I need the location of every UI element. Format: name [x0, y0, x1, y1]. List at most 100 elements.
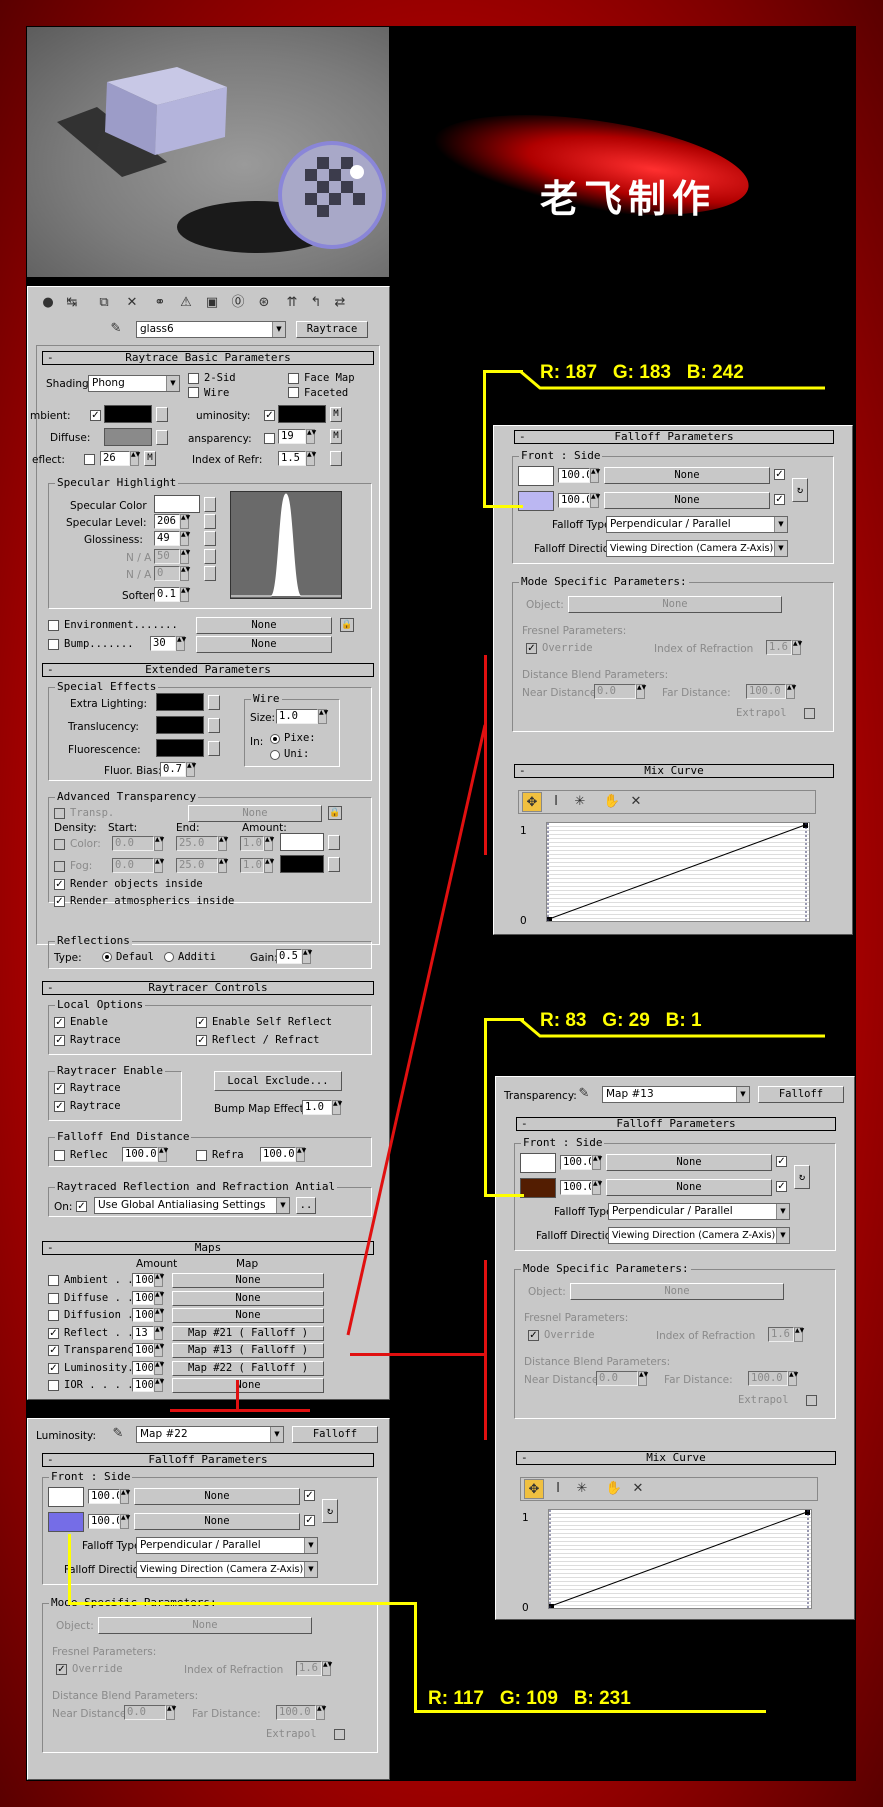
raytrace-checkbox[interactable]: ✓ [54, 1035, 65, 1046]
rollout-maps-header[interactable]: - Maps [42, 1241, 374, 1255]
diffuse-map-button[interactable] [156, 430, 168, 445]
map-enable-checkbox[interactable]: ✓ [48, 1362, 59, 1374]
side-color-swatch[interactable] [518, 491, 554, 511]
environment-map-button[interactable]: None [196, 617, 332, 634]
side-amount-spinner[interactable]: ▲▼ [590, 493, 600, 508]
gain-spinner[interactable]: ▲▼ [302, 949, 312, 964]
spec-level-value[interactable]: 206 [154, 514, 180, 529]
reflect-checkbox[interactable] [84, 454, 95, 465]
falloff-direction-dropdown[interactable]: Viewing Direction (Camera Z-Axis) ▼ [608, 1227, 790, 1244]
show-map-icon[interactable]: ⊛ [254, 293, 274, 313]
side-amount-value[interactable]: 100.0 [560, 1180, 592, 1195]
side-map-checkbox[interactable]: ✓ [776, 1181, 787, 1192]
enable-checkbox[interactable]: ✓ [54, 1017, 65, 1028]
front-amount-value[interactable]: 100.0 [560, 1155, 592, 1170]
map-amount-spinner[interactable]: ▲▼ [154, 1308, 164, 1322]
refract-falloff-checkbox[interactable] [196, 1150, 207, 1161]
map-amount-spinner[interactable]: ▲▼ [154, 1378, 164, 1392]
front-color-swatch[interactable] [48, 1487, 84, 1507]
transparency-map-button[interactable]: M [330, 429, 342, 444]
rollout-basic-header[interactable]: - Raytrace Basic Parameters [42, 351, 374, 365]
map-amount-value[interactable]: 100 [132, 1290, 154, 1305]
default-radio[interactable] [102, 952, 112, 962]
transparency-checkbox[interactable] [264, 433, 275, 444]
map-enable-checkbox[interactable] [48, 1275, 59, 1286]
map-amount-spinner[interactable]: ▲▼ [154, 1325, 164, 1340]
luminosity-type-button[interactable]: Falloff [292, 1426, 378, 1443]
map-slot-button[interactable]: None [172, 1308, 324, 1323]
ior-value[interactable]: 1.5 [278, 451, 306, 466]
pick-material-icon[interactable]: ✎ [106, 319, 126, 339]
go-sibling-icon[interactable]: ⇄ [330, 293, 350, 313]
side-map-checkbox[interactable]: ✓ [304, 1515, 315, 1526]
soften-value[interactable]: 0.1 [154, 587, 180, 602]
reflect-refract-checkbox[interactable]: ✓ [196, 1035, 207, 1046]
map-enable-checkbox[interactable]: ✓ [48, 1345, 59, 1356]
render-objects-checkbox[interactable]: ✓ [54, 879, 65, 890]
ior-spinner[interactable]: ▲▼ [306, 451, 316, 466]
front-amount-value[interactable]: 100.0 [558, 468, 590, 483]
bump-map-button[interactable]: None [196, 636, 332, 653]
reflect-falloff-checkbox[interactable] [54, 1150, 65, 1161]
side-map-button[interactable]: None [604, 492, 770, 509]
side-map-button[interactable]: None [134, 1513, 300, 1530]
transparency-value[interactable]: 19 [278, 429, 306, 444]
wire-checkbox[interactable] [188, 387, 199, 398]
side-amount-spinner[interactable]: ▲▼ [120, 1514, 130, 1529]
map-slot-button[interactable]: Map #22 ( Falloff ) [172, 1360, 324, 1376]
reflect-value[interactable]: 26 [100, 451, 130, 466]
ior-map-button[interactable] [330, 451, 342, 466]
front-amount-spinner[interactable]: ▲▼ [590, 468, 600, 483]
spec-color-map-button[interactable] [204, 497, 216, 512]
front-map-button[interactable]: None [134, 1488, 300, 1505]
antialias-on-checkbox[interactable]: ✓ [76, 1201, 87, 1212]
rt-enable-2-checkbox[interactable]: ✓ [54, 1101, 65, 1112]
reflect-map-button[interactable]: M [144, 451, 156, 466]
pixels-radio[interactable] [270, 734, 280, 744]
environment-checkbox[interactable] [48, 620, 59, 631]
side-amount-spinner[interactable]: ▲▼ [592, 1180, 602, 1195]
reset-icon[interactable]: ✕ [122, 293, 142, 313]
map-enable-checkbox[interactable] [48, 1292, 59, 1304]
refract-falloff-value[interactable]: 100.0 [260, 1147, 296, 1162]
self-reflect-checkbox[interactable]: ✓ [196, 1017, 207, 1028]
map-amount-value[interactable]: 100 [132, 1308, 154, 1322]
map-amount-value[interactable]: 100 [132, 1273, 154, 1287]
mix-curve-header[interactable]: - Mix Curve [514, 764, 834, 778]
glossiness-value[interactable]: 49 [154, 531, 180, 546]
move-icon[interactable]: ✥ [522, 792, 542, 812]
luminosity-checkbox[interactable]: ✓ [264, 410, 275, 421]
map-amount-spinner[interactable]: ▲▼ [154, 1360, 164, 1375]
rt-enable-1-checkbox[interactable]: ✓ [54, 1083, 65, 1094]
material-name-dropdown[interactable]: glass6 ▼ [136, 321, 286, 338]
map-enable-checkbox[interactable] [48, 1380, 59, 1391]
gain-value[interactable]: 0.5 [276, 949, 302, 964]
add-point-icon[interactable]: ✳ [572, 1479, 592, 1499]
bump-effect-value[interactable]: 1.0 [302, 1100, 332, 1115]
spec-level-spinner[interactable]: ▲▼ [180, 514, 190, 529]
scale-icon[interactable]: I [548, 1479, 568, 1499]
fluor-bias-spinner[interactable]: ▲▼ [186, 762, 196, 777]
units-radio[interactable] [270, 750, 280, 760]
map-amount-spinner[interactable]: ▲▼ [154, 1273, 164, 1287]
assign-icon[interactable]: ⧉ [94, 293, 114, 313]
spec-color-swatch[interactable] [154, 495, 200, 513]
spec-level-map-button[interactable] [204, 514, 216, 529]
scale-icon[interactable]: I [546, 792, 566, 812]
move-icon[interactable]: ✥ [524, 1479, 544, 1499]
translucency-swatch[interactable] [156, 716, 204, 734]
map-amount-spinner[interactable]: ▲▼ [154, 1343, 164, 1357]
faceted-checkbox[interactable] [288, 387, 299, 398]
map-enable-checkbox[interactable]: ✓ [48, 1327, 59, 1339]
reflect-spinner[interactable]: ▲▼ [130, 451, 140, 466]
front-map-checkbox[interactable]: ✓ [774, 469, 785, 480]
map-amount-value[interactable]: 100 [132, 1343, 154, 1357]
fluorescence-swatch[interactable] [156, 739, 204, 757]
transparency-map-dropdown[interactable]: Map #13 ▼ [602, 1086, 750, 1103]
falloff-type-dropdown[interactable]: Perpendicular / Parallel ▼ [608, 1203, 790, 1220]
translucency-map-button[interactable] [208, 718, 220, 733]
bump-value[interactable]: 30 [150, 636, 176, 651]
front-map-button[interactable]: None [604, 467, 770, 484]
falloff-type-dropdown[interactable]: Perpendicular / Parallel ▼ [136, 1537, 318, 1554]
map-amount-spinner[interactable]: ▲▼ [154, 1290, 164, 1305]
